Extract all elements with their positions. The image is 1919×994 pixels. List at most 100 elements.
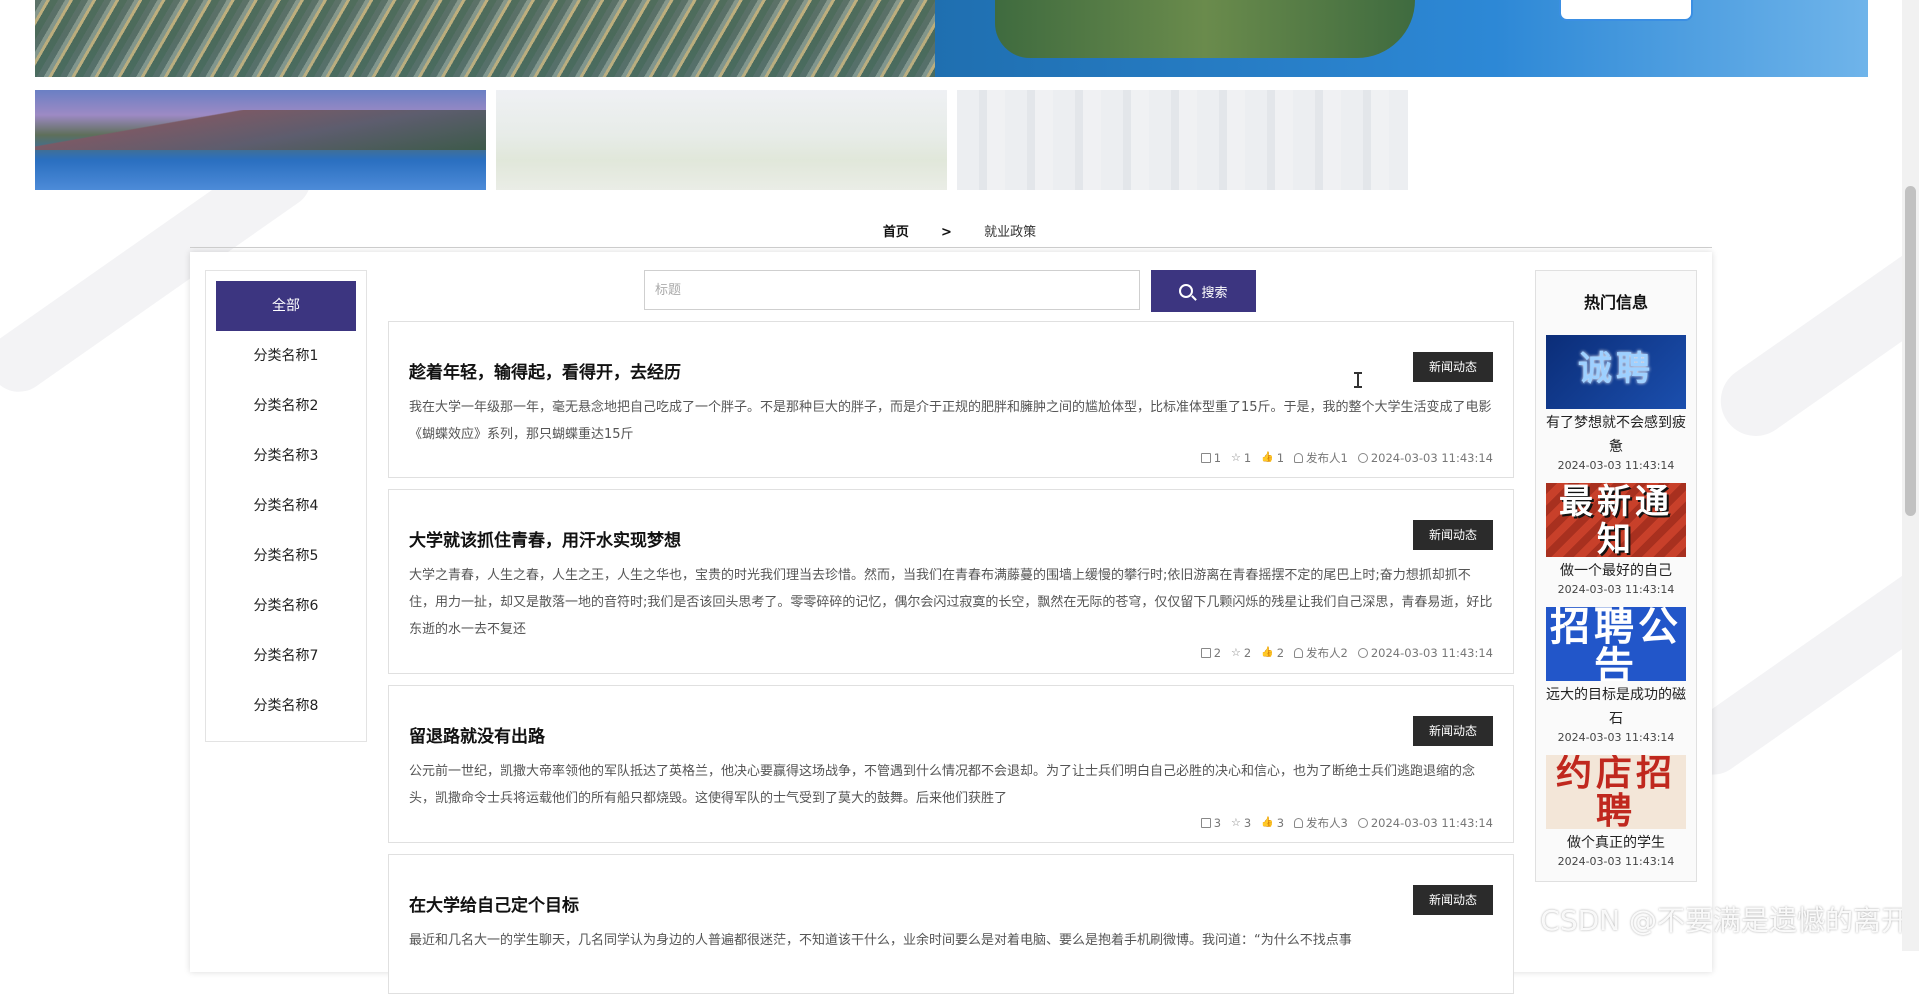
breadcrumb: 首页 > 就业政策 bbox=[0, 221, 1919, 240]
search-button-label: 搜索 bbox=[1201, 285, 1228, 301]
hot-item-date: 2024-03-03 11:43:14 bbox=[1557, 459, 1675, 472]
publish-time: 2024-03-03 11:43:14 bbox=[1370, 816, 1493, 830]
background-stripe bbox=[1707, 220, 1919, 450]
hot-item-date: 2024-03-03 11:43:14 bbox=[1557, 583, 1675, 596]
hot-item[interactable]: 最新通知 做一个最好的自己 2024-03-03 11:43:14 bbox=[1546, 483, 1686, 596]
banner-town-area bbox=[35, 0, 965, 77]
author: 发布人3 bbox=[1306, 816, 1348, 830]
hot-item-caption: 做个真正的学生 bbox=[1567, 835, 1665, 851]
news-card[interactable]: 留退路就没有出路 新闻动态 公元前一世纪，凯撒大帝率领他的军队抵达了英格兰，他决… bbox=[388, 685, 1514, 843]
stars-count: 2 bbox=[1243, 646, 1252, 660]
news-meta: 1 ☆ 1 👍 1 发布人1 2024-03-03 11:43:14 bbox=[1200, 450, 1493, 466]
hot-item-image: 招聘公告 bbox=[1546, 607, 1686, 681]
category-item[interactable]: 分类名称4 bbox=[206, 481, 366, 531]
hot-info-sidebar: 热门信息 诚聘 有了梦想就不会感到疲惫 2024-03-03 11:43:14 … bbox=[1535, 270, 1697, 882]
stars-count: 1 bbox=[1243, 451, 1252, 465]
category-item[interactable]: 分类名称3 bbox=[206, 431, 366, 481]
views-icon bbox=[1200, 818, 1211, 828]
news-meta: 3 ☆ 3 👍 3 发布人3 2024-03-03 11:43:14 bbox=[1200, 815, 1493, 831]
author: 发布人1 bbox=[1306, 451, 1348, 465]
hot-item-image: 最新通知 bbox=[1546, 483, 1686, 557]
news-card[interactable]: 在大学给自己定个目标 新闻动态 最近和几名大一的学生聊天，几名同学认为身边的人普… bbox=[388, 854, 1514, 994]
hot-item[interactable]: 诚聘 有了梦想就不会感到疲惫 2024-03-03 11:43:14 bbox=[1546, 335, 1686, 472]
clock-icon bbox=[1357, 818, 1368, 828]
breadcrumb-separator: > bbox=[941, 225, 952, 240]
banner-upload-button[interactable] bbox=[1559, 0, 1693, 21]
publish-time: 2024-03-03 11:43:14 bbox=[1370, 451, 1493, 465]
user-icon bbox=[1294, 453, 1304, 463]
banner-island bbox=[995, 0, 1415, 58]
news-title[interactable]: 留退路就没有出路 bbox=[409, 722, 545, 747]
news-tag[interactable]: 新闻动态 bbox=[1413, 520, 1493, 550]
main-panel: 全部 分类名称1 分类名称2 分类名称3 分类名称4 分类名称5 分类名称6 分… bbox=[190, 252, 1712, 994]
hot-item-date: 2024-03-03 11:43:14 bbox=[1557, 731, 1675, 744]
clock-icon bbox=[1357, 648, 1368, 658]
category-sidebar: 全部 分类名称1 分类名称2 分类名称3 分类名称4 分类名称5 分类名称6 分… bbox=[205, 270, 367, 742]
category-item[interactable]: 分类名称5 bbox=[206, 531, 366, 581]
hot-item-image-text: 约店招聘 bbox=[1555, 755, 1676, 829]
news-card[interactable]: 大学就该抓住青春，用汗水实现梦想 新闻动态 大学之青春，人生之春，人生之王，人生… bbox=[388, 489, 1514, 674]
thumbs-up-icon: 👍 bbox=[1261, 452, 1274, 463]
news-summary: 最近和几名大一的学生聊天，几名同学认为身边的人普遍都很迷茫，不知道该干什么，业余… bbox=[409, 933, 1352, 948]
search-icon bbox=[1179, 284, 1194, 298]
hot-item-caption: 远大的目标是成功的磁石 bbox=[1546, 687, 1686, 727]
stars-count: 3 bbox=[1243, 816, 1252, 830]
banner-thumbnail-1[interactable] bbox=[35, 90, 486, 190]
news-tag[interactable]: 新闻动态 bbox=[1413, 885, 1493, 915]
search-button[interactable]: 搜索 bbox=[1151, 270, 1256, 312]
hot-info-title: 热门信息 bbox=[1583, 293, 1648, 312]
author: 发布人2 bbox=[1306, 646, 1348, 660]
views-icon bbox=[1200, 648, 1211, 658]
category-item-all[interactable]: 全部 bbox=[216, 281, 356, 331]
views-count: 3 bbox=[1213, 816, 1222, 830]
hot-item-image-text: 诚聘 bbox=[1578, 349, 1654, 389]
likes-count: 1 bbox=[1276, 451, 1285, 465]
hot-item-caption: 有了梦想就不会感到疲惫 bbox=[1546, 415, 1686, 455]
hot-item-image: 诚聘 bbox=[1546, 335, 1686, 409]
news-title[interactable]: 大学就该抓住青春，用汗水实现梦想 bbox=[409, 526, 681, 551]
banner-image bbox=[35, 0, 1868, 77]
category-item[interactable]: 分类名称1 bbox=[206, 331, 366, 381]
category-item[interactable]: 分类名称8 bbox=[206, 681, 366, 731]
news-title[interactable]: 趁着年轻，输得起，看得开，去经历 bbox=[409, 358, 681, 383]
breadcrumb-divider bbox=[190, 247, 1712, 248]
news-tag[interactable]: 新闻动态 bbox=[1413, 716, 1493, 746]
hot-item[interactable]: 招聘公告 远大的目标是成功的磁石 2024-03-03 11:43:14 bbox=[1546, 607, 1686, 744]
star-icon: ☆ bbox=[1231, 646, 1241, 659]
banner-thumbnail-2[interactable] bbox=[496, 90, 947, 190]
publish-time: 2024-03-03 11:43:14 bbox=[1370, 646, 1493, 660]
watermark: CSDN @不要满是遗憾的离开 bbox=[1540, 904, 1909, 937]
news-summary: 公元前一世纪，凯撒大帝率领他的军队抵达了英格兰，他决心要赢得这场战争，不管遇到什… bbox=[409, 764, 1476, 806]
news-summary: 大学之青春，人生之春，人生之王，人生之华也，宝贵的时光我们理当去珍惜。然而，当我… bbox=[409, 568, 1493, 637]
category-item[interactable]: 分类名称2 bbox=[206, 381, 366, 431]
star-icon: ☆ bbox=[1231, 816, 1241, 829]
likes-count: 2 bbox=[1276, 646, 1285, 660]
hot-item-image-text: 招聘公告 bbox=[1550, 607, 1682, 681]
breadcrumb-current: 就业政策 bbox=[984, 225, 1037, 240]
hot-item-image-text: 最新通知 bbox=[1559, 483, 1673, 557]
news-title[interactable]: 在大学给自己定个目标 bbox=[409, 891, 579, 916]
category-item[interactable]: 分类名称7 bbox=[206, 631, 366, 681]
user-icon bbox=[1294, 818, 1304, 828]
text-cursor-icon bbox=[1354, 372, 1362, 388]
likes-count: 3 bbox=[1276, 816, 1285, 830]
category-item[interactable]: 分类名称6 bbox=[206, 581, 366, 631]
thumbnail-mountain bbox=[35, 110, 486, 150]
star-icon: ☆ bbox=[1231, 451, 1241, 464]
clock-icon bbox=[1357, 453, 1368, 463]
page-scrollbar[interactable] bbox=[1902, 0, 1919, 951]
search-input[interactable] bbox=[644, 270, 1140, 310]
banner-thumbnail-3[interactable] bbox=[957, 90, 1408, 190]
news-summary: 我在大学一年级那一年，毫无悬念地把自己吃成了一个胖子。不是那种巨大的胖子，而是介… bbox=[409, 400, 1492, 442]
breadcrumb-home-link[interactable]: 首页 bbox=[883, 225, 909, 240]
hot-item-image: 约店招聘 bbox=[1546, 755, 1686, 829]
scrollbar-thumb[interactable] bbox=[1905, 186, 1916, 516]
views-icon bbox=[1200, 453, 1211, 463]
user-icon bbox=[1294, 648, 1304, 658]
thumbs-up-icon: 👍 bbox=[1261, 817, 1274, 828]
news-tag[interactable]: 新闻动态 bbox=[1413, 352, 1493, 382]
thumbs-up-icon: 👍 bbox=[1261, 647, 1274, 658]
hot-item[interactable]: 约店招聘 做个真正的学生 2024-03-03 11:43:14 bbox=[1546, 755, 1686, 868]
hot-item-date: 2024-03-03 11:43:14 bbox=[1557, 855, 1675, 868]
news-card[interactable]: 趁着年轻，输得起，看得开，去经历 新闻动态 我在大学一年级那一年，毫无悬念地把自… bbox=[388, 321, 1514, 478]
